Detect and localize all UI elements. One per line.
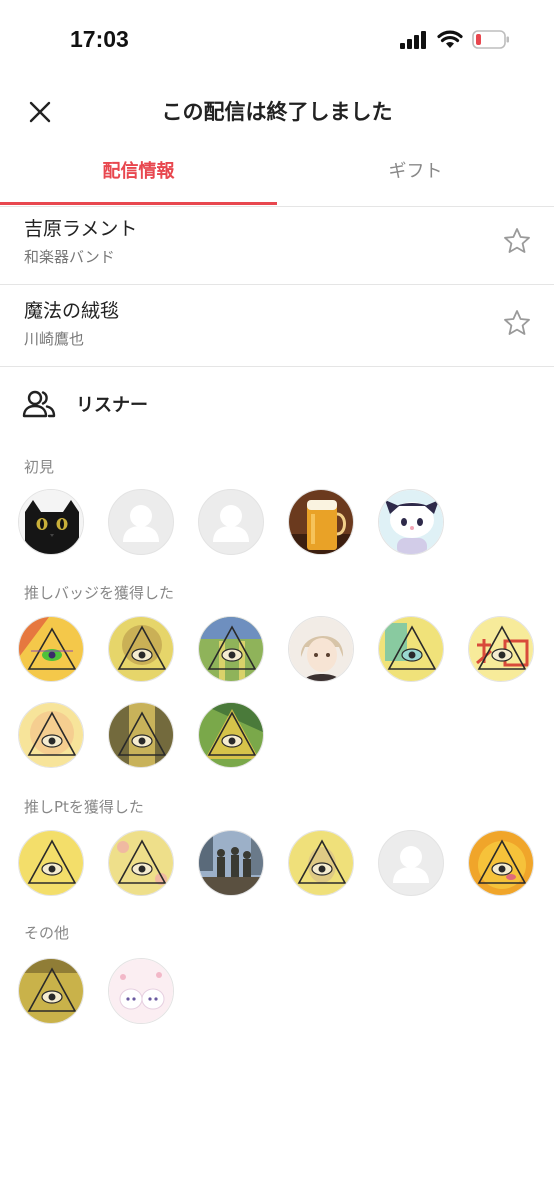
listener-avatar[interactable] xyxy=(378,489,444,555)
section-label-other: その他 xyxy=(24,924,70,942)
eye-triangle-avatar xyxy=(109,617,173,681)
eye-triangle-avatar xyxy=(379,617,443,681)
eye-triangle-avatar xyxy=(19,703,83,767)
eye-triangle-avatar xyxy=(199,703,263,767)
eye-triangle-avatar xyxy=(289,831,353,895)
eye-triangle-avatar xyxy=(109,703,173,767)
status-bar: 17:03 xyxy=(0,0,554,84)
listener-avatar[interactable] xyxy=(468,830,534,896)
song-artist: 川崎鷹也 xyxy=(24,330,85,348)
listener-avatar[interactable] xyxy=(378,616,444,682)
page-title: この配信は終了しました xyxy=(161,100,393,124)
listener-avatar[interactable] xyxy=(18,702,84,768)
listener-avatar[interactable] xyxy=(108,958,174,1024)
tab-bar: 配信情報 ギフト xyxy=(0,144,554,207)
wifi-icon xyxy=(437,30,463,48)
listener-avatar[interactable] xyxy=(288,830,354,896)
tab-gift[interactable]: ギフト xyxy=(277,144,554,202)
song-row: 魔法の絨毯 川崎鷹也 xyxy=(0,284,554,367)
star-icon[interactable] xyxy=(502,226,532,256)
header: この配信は終了しました xyxy=(0,84,554,140)
listener-avatar[interactable] xyxy=(18,830,84,896)
status-time: 17:03 xyxy=(70,26,129,52)
listener-avatar-placeholder[interactable] xyxy=(378,830,444,896)
song-row: 吉原ラメント 和楽器バンド xyxy=(0,202,554,285)
section-label-first-time: 初見 xyxy=(24,458,55,476)
song-title: 吉原ラメント xyxy=(24,218,138,240)
listener-avatar[interactable] xyxy=(18,616,84,682)
eye-triangle-avatar xyxy=(199,617,263,681)
character-avatar xyxy=(109,959,173,1023)
eye-triangle-avatar xyxy=(469,831,533,895)
eye-triangle-avatar xyxy=(469,617,533,681)
song-title: 魔法の絨毯 xyxy=(24,300,120,322)
listener-avatar[interactable] xyxy=(198,702,264,768)
listener-avatar[interactable] xyxy=(108,702,174,768)
section-label-points: 推しPtを獲得した xyxy=(24,798,144,816)
listener-avatar[interactable] xyxy=(198,830,264,896)
eye-triangle-avatar xyxy=(19,959,83,1023)
battery-low-icon xyxy=(472,30,509,49)
character-avatar xyxy=(379,490,443,554)
listener-avatar-placeholder[interactable] xyxy=(198,489,264,555)
listeners-title: リスナー xyxy=(76,395,148,416)
status-icons xyxy=(400,30,510,49)
default-user-icon xyxy=(393,846,429,883)
cat-avatar xyxy=(19,490,83,554)
star-icon[interactable] xyxy=(502,308,532,338)
section-label-badge: 推しバッジを獲得した xyxy=(24,584,175,602)
default-user-icon xyxy=(213,505,249,542)
listener-avatar[interactable] xyxy=(18,958,84,1024)
listener-avatar-placeholder[interactable] xyxy=(108,489,174,555)
users-icon xyxy=(22,390,56,418)
listener-avatar[interactable] xyxy=(108,616,174,682)
eye-triangle-avatar xyxy=(19,617,83,681)
default-user-icon xyxy=(123,505,159,542)
tab-stream-info[interactable]: 配信情報 xyxy=(0,144,277,202)
cellular-signal-icon xyxy=(400,30,426,49)
eye-triangle-avatar xyxy=(19,831,83,895)
listener-avatar[interactable] xyxy=(468,616,534,682)
listener-avatar[interactable] xyxy=(288,489,354,555)
song-artist: 和楽器バンド xyxy=(24,248,115,266)
listener-avatar[interactable] xyxy=(288,616,354,682)
beer-avatar xyxy=(289,490,353,554)
listener-avatar[interactable] xyxy=(108,830,174,896)
listeners-heading: リスナー xyxy=(22,386,148,422)
statue-photo-avatar xyxy=(199,831,263,895)
listener-avatar[interactable] xyxy=(198,616,264,682)
eye-triangle-avatar xyxy=(109,831,173,895)
listener-avatar[interactable] xyxy=(18,489,84,555)
anime-avatar xyxy=(289,617,353,681)
